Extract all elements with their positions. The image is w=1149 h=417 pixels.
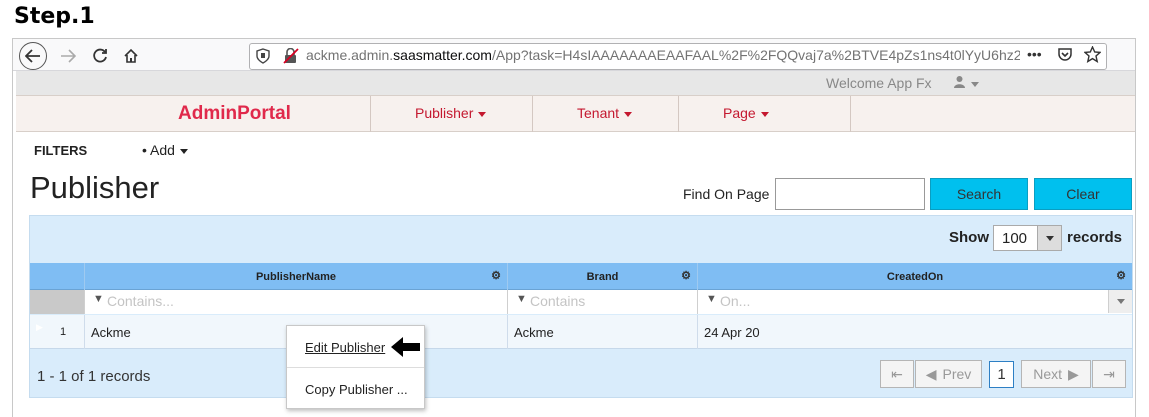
add-filter-menu[interactable]: • Add — [142, 142, 188, 158]
filter-placeholder: On... — [720, 293, 751, 309]
row-selector-column — [30, 290, 84, 314]
filter-createdon[interactable]: ▼ On... — [697, 290, 1132, 314]
filter-placeholder: Contains — [530, 293, 585, 309]
page-actions-icon[interactable]: ••• — [1027, 46, 1042, 62]
chevron-down-icon — [971, 82, 979, 88]
menu-page[interactable]: Page — [723, 105, 769, 121]
nav-divider — [850, 96, 851, 132]
records-label: records — [1067, 229, 1123, 246]
page-size-select[interactable]: 100 — [993, 225, 1062, 251]
add-filter-label: • Add — [142, 142, 175, 158]
pointer-arrow-icon — [391, 337, 421, 360]
insecure-lock-icon[interactable] — [283, 47, 299, 67]
prev-label: Prev — [942, 366, 972, 382]
cell-createdon[interactable]: 24 Apr 20 — [697, 315, 1132, 349]
chevron-down-icon — [624, 111, 633, 117]
cell-brand[interactable]: Ackme — [507, 315, 697, 349]
filter-placeholder: Contains... — [107, 293, 174, 309]
filters-label: FILTERS — [34, 143, 88, 158]
column-header-brand[interactable]: Brand ⚙ — [507, 263, 697, 290]
next-label: Next — [1033, 366, 1062, 382]
last-page-icon[interactable]: ⇥ — [1092, 360, 1126, 388]
first-page-icon[interactable]: ⇤ — [880, 360, 914, 388]
row-expand-icon[interactable]: ▶ — [36, 322, 43, 333]
row-index: 1 — [60, 326, 67, 338]
user-icon — [954, 76, 965, 88]
url-text[interactable]: ackme.admin.saasmatter.com/App?task=H4sI… — [306, 47, 1020, 63]
column-header-label: PublisherName — [255, 270, 337, 283]
column-header-label: Brand — [586, 270, 619, 283]
reload-icon[interactable] — [86, 42, 114, 70]
records-info: 1 - 1 of 1 records — [37, 368, 151, 385]
brand-logo[interactable]: AdminPortal — [178, 103, 291, 125]
user-menu[interactable] — [953, 75, 979, 91]
filter-icon[interactable]: ▼ — [706, 293, 717, 305]
column-header-label: CreatedOn — [886, 270, 944, 283]
nav-divider — [370, 96, 371, 132]
clear-button[interactable]: Clear — [1034, 178, 1132, 210]
next-page-button[interactable]: Next ▶ — [1021, 360, 1091, 388]
url-prefix: ackme.admin. — [306, 47, 394, 63]
page-title: Publisher — [30, 170, 160, 205]
url-path: /App?task=H4sIAAAAAAAEAAFAAL%2F%2FQQvaj7… — [491, 47, 1020, 63]
column-header-createdon[interactable]: CreatedOn ⚙ — [697, 263, 1132, 290]
welcome-text: Welcome App Fx — [826, 75, 932, 91]
gear-icon[interactable]: ⚙ — [681, 269, 691, 282]
filter-icon[interactable]: ▼ — [93, 293, 104, 305]
search-button[interactable]: Search — [930, 178, 1028, 210]
current-page[interactable]: 1 — [989, 361, 1014, 388]
filter-icon[interactable]: ▼ — [516, 293, 527, 305]
forward-arrow-icon[interactable] — [54, 42, 82, 70]
url-domain: saasmatter.com — [393, 47, 492, 63]
context-menu-divider — [287, 367, 424, 368]
page-size-value: 100 — [1002, 230, 1028, 247]
shield-icon[interactable] — [256, 48, 270, 67]
gear-icon[interactable]: ⚙ — [491, 269, 501, 282]
nav-divider — [678, 96, 679, 132]
menu-publisher-label: Publisher — [415, 105, 474, 121]
menu-page-label: Page — [723, 105, 756, 121]
filter-publishername[interactable]: ▼ Contains... — [84, 290, 507, 314]
menu-tenant[interactable]: Tenant — [577, 105, 633, 121]
nav-divider — [532, 96, 533, 132]
find-on-page-label: Find On Page — [683, 186, 770, 202]
chevron-down-icon — [760, 111, 769, 117]
chevron-down-icon — [179, 148, 188, 154]
dropdown-arrow-icon[interactable] — [1108, 290, 1132, 313]
find-on-page-input[interactable] — [775, 178, 925, 210]
dropdown-arrow-icon[interactable] — [1037, 226, 1061, 250]
bookmark-star-icon[interactable] — [1083, 45, 1102, 66]
back-arrow-icon[interactable] — [19, 42, 47, 70]
menu-publisher[interactable]: Publisher — [415, 105, 487, 121]
copy-publisher-menu-item[interactable]: Copy Publisher ... — [305, 382, 408, 397]
caret-right-icon: ▶ — [1068, 365, 1079, 382]
chevron-down-icon — [478, 111, 487, 117]
prev-page-button[interactable]: ◀ Prev — [915, 360, 982, 388]
caret-left-icon: ◀ — [925, 365, 937, 382]
home-icon[interactable] — [117, 42, 145, 70]
edit-publisher-menu-item[interactable]: Edit Publisher — [305, 340, 385, 355]
show-label: Show — [949, 229, 989, 246]
step-title: Step.1 — [14, 4, 95, 29]
pocket-icon[interactable] — [1057, 47, 1073, 66]
column-header-publishername[interactable]: PublisherName ⚙ — [84, 263, 507, 290]
menu-tenant-label: Tenant — [577, 105, 620, 121]
gear-icon[interactable]: ⚙ — [1116, 269, 1126, 282]
filter-brand[interactable]: ▼ Contains — [507, 290, 697, 314]
